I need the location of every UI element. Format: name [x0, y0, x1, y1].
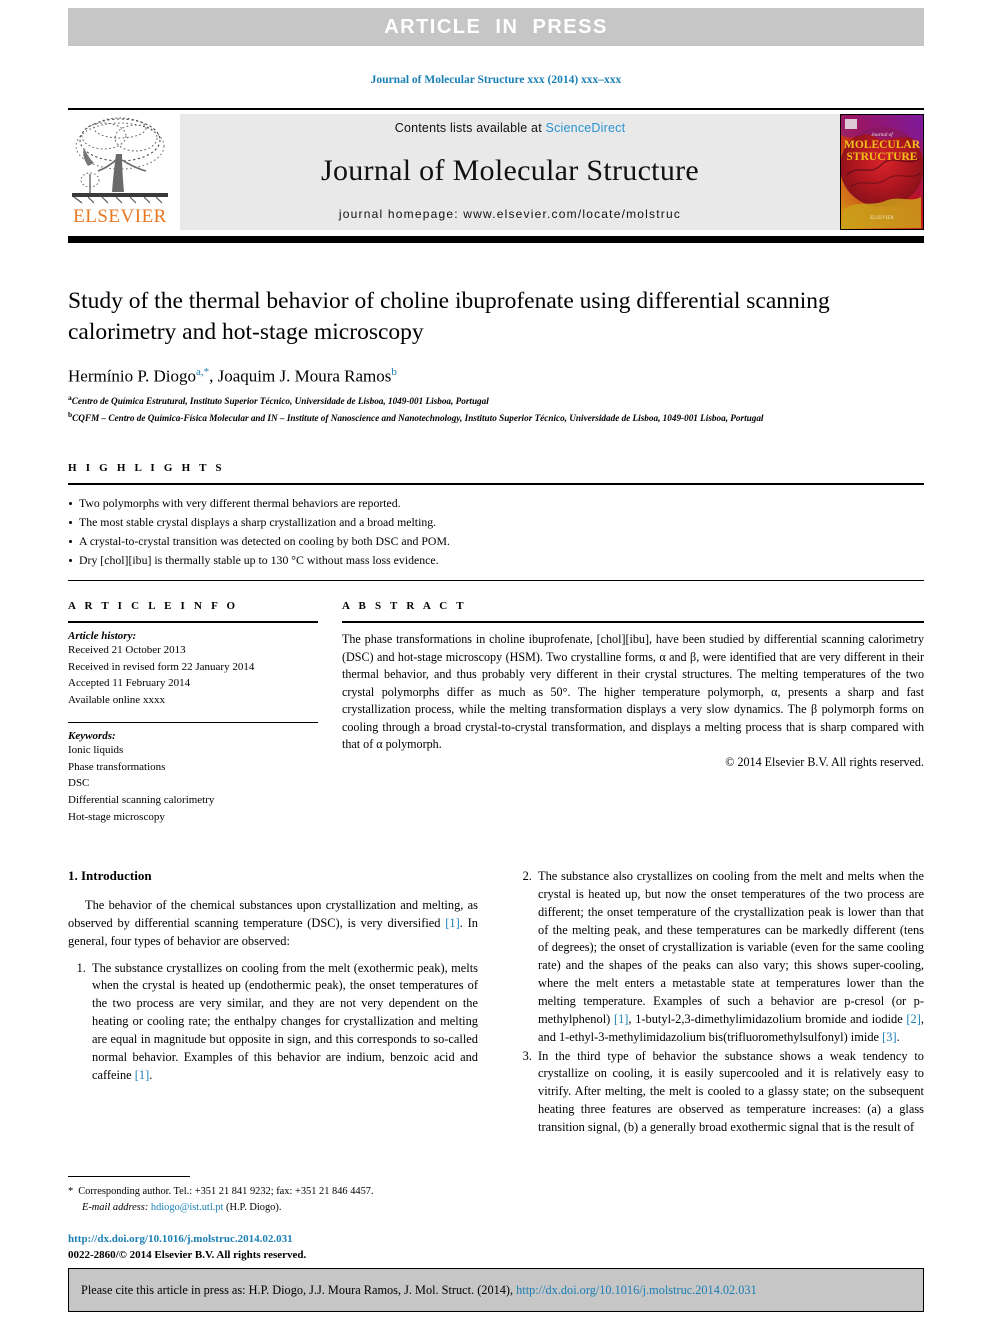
item1-part-a: The substance crystallizes on cooling fr…: [92, 960, 478, 1082]
cover-title-line1: MOLECULAR: [844, 139, 921, 151]
list-item: The substance also crystallizes on cooli…: [535, 868, 924, 1047]
masthead-bottom-rule: [68, 236, 924, 243]
journal-cover-artwork: Journal of MOLECULAR STRUCTURE ELSEVIER: [841, 115, 923, 229]
email-note: E-mail address: hdiogo@ist.utl.pt (H.P. …: [68, 1200, 478, 1216]
behavior-types-list-right: The substance also crystallizes on cooli…: [514, 868, 924, 1137]
email-link[interactable]: hdiogo@ist.utl.pt: [151, 1202, 224, 1213]
cover-publisher: ELSEVIER: [870, 216, 894, 221]
keywords-label: Keywords:: [68, 729, 116, 742]
corresponding-author-note: * Corresponding author. Tel.: +351 21 841…: [68, 1184, 478, 1200]
elsevier-tree-icon: [72, 117, 168, 204]
footnote-rule: [68, 1176, 190, 1177]
masthead-center-panel: Contents lists available at ScienceDirec…: [180, 114, 840, 230]
abstract-copyright: © 2014 Elsevier B.V. All rights reserved…: [725, 754, 924, 769]
doi-link[interactable]: http://dx.doi.org/10.1016/j.molstruc.201…: [68, 1232, 488, 1248]
author-list: Hermínio P. Diogoa,*, Joaquim J. Moura R…: [68, 366, 924, 387]
article-in-press-banner: ARTICLE IN PRESS: [68, 8, 924, 46]
item2-part-b: , 1-butyl-2,3-dimethylimidazolium bromid…: [628, 1011, 907, 1026]
cover-title-line2: STRUCTURE: [847, 151, 918, 163]
list-item: The most stable crystal displays a sharp…: [68, 513, 924, 532]
article-info-divider: [68, 721, 318, 723]
article-history-label: Article history:: [68, 630, 137, 642]
elsevier-wordmark: ELSEVIER: [73, 206, 167, 227]
article-info-heading: A R T I C L E I N F O: [68, 600, 239, 612]
intro-p1-part-a: The behavior of the chemical substances …: [68, 898, 478, 930]
abstract-body: The phase transformations in choline ibu…: [342, 632, 924, 752]
highlights-bottom-rule: [68, 580, 924, 582]
abstract-column: A B S T R A C T The phase transformation…: [342, 600, 924, 825]
body-column-left: 1. Introduction The behavior of the chem…: [68, 868, 478, 1138]
article-info-column: A R T I C L E I N F O Article history: R…: [68, 600, 318, 825]
highlights-section: H I G H L I G H T S Two polymorphs with …: [68, 462, 924, 582]
journal-masthead: ELSEVIER Contents lists available at Sci…: [68, 108, 924, 243]
keyword-item: Phase transformations: [68, 760, 166, 773]
footnote-block: * Corresponding author. Tel.: +351 21 841…: [68, 1176, 478, 1215]
info-abstract-row: A R T I C L E I N F O Article history: R…: [68, 600, 924, 825]
affiliation-b-text: CQFM – Centro de Química-Física Molecula…: [72, 413, 764, 424]
body-column-right: The substance also crystallizes on cooli…: [514, 868, 924, 1138]
affiliation-a-text: Centro de Química Estrutural, Instituto …: [71, 396, 489, 407]
author-2-affil-marker[interactable]: b: [391, 366, 397, 378]
keyword-item: Hot-stage microscopy: [68, 810, 165, 823]
history-revised: Received in revised form 22 January 2014: [68, 660, 255, 673]
cite-this-article-bar: Please cite this article in press as: H.…: [68, 1268, 924, 1312]
journal-title: Journal of Molecular Structure: [320, 154, 700, 187]
history-accepted: Accepted 11 February 2014: [68, 677, 191, 690]
behavior-types-list-left: The substance crystallizes on cooling fr…: [68, 960, 478, 1085]
corresponding-author-text: Corresponding author. Tel.: +351 21 841 …: [78, 1186, 374, 1197]
keyword-item: Ionic liquids: [68, 743, 124, 756]
keyword-item: Differential scanning calorimetry: [68, 794, 215, 807]
item2-part-a: The substance also crystallizes on cooli…: [538, 869, 924, 1026]
title-block: Study of the thermal behavior of choline…: [68, 286, 924, 426]
asterisk-icon: *: [68, 1186, 74, 1197]
author-2: , Joaquim J. Moura Ramos: [209, 366, 392, 386]
item2-part-d: .: [896, 1029, 900, 1044]
keywords-block: Keywords: Ionic liquids Phase transforma…: [68, 730, 318, 826]
keyword-item: DSC: [68, 777, 90, 790]
history-received: Received 21 October 2013: [68, 644, 186, 656]
contents-lists-prefix: Contents lists available at: [394, 121, 546, 135]
body-columns: 1. Introduction The behavior of the chem…: [68, 868, 924, 1138]
introduction-paragraph-1: The behavior of the chemical substances …: [68, 897, 478, 951]
email-owner: (H.P. Diogo).: [226, 1201, 282, 1213]
author-1: Hermínio P. Diogo: [68, 366, 196, 386]
list-item: The substance crystallizes on cooling fr…: [89, 960, 478, 1085]
page-title: Study of the thermal behavior of choline…: [68, 288, 830, 346]
citation-ref[interactable]: [3]: [882, 1030, 896, 1044]
elsevier-logo: ELSEVIER: [68, 114, 172, 230]
abstract-heading: A B S T R A C T: [342, 600, 467, 612]
cite-doi-link[interactable]: http://dx.doi.org/10.1016/j.molstruc.201…: [516, 1283, 757, 1297]
list-item: Two polymorphs with very different therm…: [68, 494, 924, 513]
affiliation-b: bCQFM – Centro de Química-Física Molecul…: [68, 409, 924, 425]
author-1-affil-marker[interactable]: a,*: [196, 366, 209, 378]
issn-copyright-line: 0022-2860/© 2014 Elsevier B.V. All right…: [68, 1248, 307, 1261]
citation-ref[interactable]: [1]: [614, 1012, 628, 1026]
citation-ref[interactable]: [1]: [135, 1068, 149, 1082]
email-address-label: E-mail address:: [82, 1201, 149, 1213]
cover-small-title: Journal of: [871, 131, 894, 138]
masthead-top-rule: [68, 108, 924, 110]
highlights-list: Two polymorphs with very different therm…: [68, 485, 924, 570]
history-online: Available online xxxx: [68, 694, 165, 707]
citation-ref[interactable]: [2]: [906, 1012, 920, 1026]
cite-text: Please cite this article in press as: H.…: [81, 1283, 757, 1298]
journal-homepage-line[interactable]: journal homepage: www.elsevier.com/locat…: [339, 207, 681, 221]
affiliation-a: aCentro de Química Estrutural, Instituto…: [68, 392, 924, 408]
list-item: Dry [chol][ibu] is thermally stable up t…: [68, 551, 924, 570]
item1-part-b: .: [149, 1067, 153, 1082]
list-item: In the third type of behavior the substa…: [535, 1048, 924, 1137]
citation-ref[interactable]: [1]: [445, 916, 459, 930]
contents-lists-line: Contents lists available at ScienceDirec…: [395, 121, 626, 135]
doi-block: http://dx.doi.org/10.1016/j.molstruc.201…: [68, 1232, 488, 1264]
highlights-heading: H I G H L I G H T S: [68, 462, 225, 474]
cite-prefix: Please cite this article in press as: H.…: [81, 1282, 517, 1297]
paper-page: ARTICLE IN PRESS Journal of Molecular St…: [0, 0, 992, 1323]
journal-cover-image: Journal of MOLECULAR STRUCTURE ELSEVIER: [840, 114, 924, 230]
list-item: A crystal-to-crystal transition was dete…: [68, 532, 924, 551]
article-in-press-label: ARTICLE IN PRESS: [384, 15, 608, 38]
introduction-heading: 1. Introduction: [68, 868, 152, 883]
sciencedirect-link[interactable]: ScienceDirect: [546, 121, 626, 135]
journal-reference-line: Journal of Molecular Structure xxx (2014…: [370, 74, 622, 86]
article-history-block: Article history: Received 21 October 201…: [68, 623, 318, 709]
